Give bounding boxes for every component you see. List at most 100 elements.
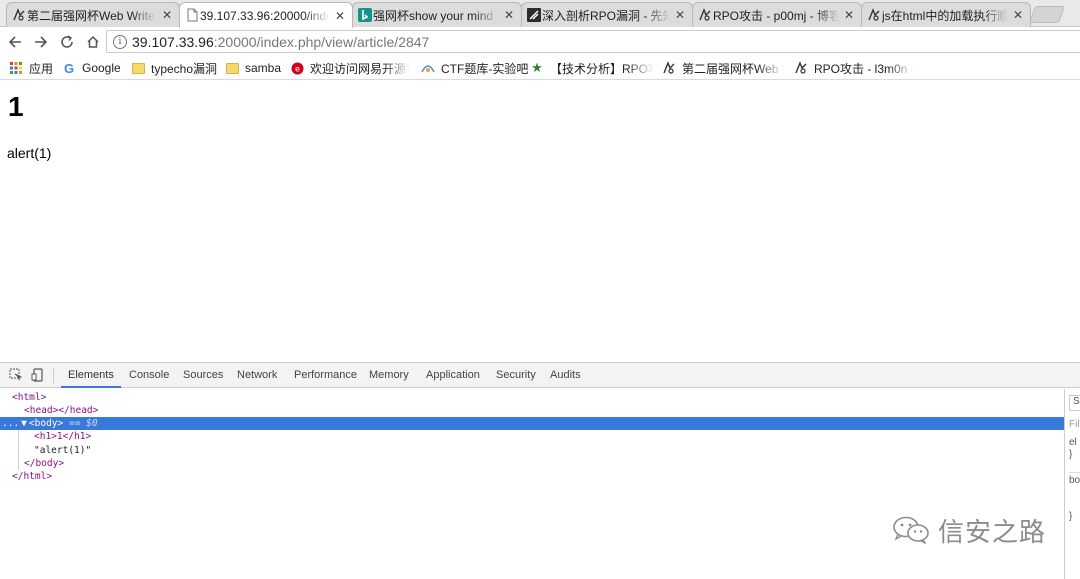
dom-tag-text: <body>	[28, 418, 64, 429]
close-icon[interactable]: ✕	[334, 9, 346, 23]
tab-label: RPO攻击 - p00mj - 博客园	[713, 8, 839, 23]
devtools-tab-memory[interactable]: Memory	[369, 363, 409, 388]
rpo-site-icon	[867, 8, 881, 22]
browser-tab[interactable]: 强网杯show your mind ✕	[352, 2, 522, 27]
dom-text-value: "alert(1)"	[34, 445, 92, 456]
watermark-text: 信安之路	[938, 517, 1047, 548]
bookmark-folder-typecho[interactable]: typecho漏洞	[131, 60, 217, 76]
forward-button[interactable]	[30, 31, 52, 53]
node-actions-ellipsis[interactable]: ...	[2, 418, 19, 429]
bookmark-shiyanba[interactable]: CTF题库-实验吧	[421, 60, 528, 76]
bookmark-label: CTF题库-实验吧	[441, 61, 529, 76]
page-icon	[185, 8, 199, 22]
devtools-tab-performance[interactable]: Performance	[294, 363, 357, 388]
info-icon[interactable]: i	[113, 34, 127, 49]
style-rule-brace: }	[1069, 449, 1073, 460]
shiyanba-icon	[421, 61, 435, 75]
bookmark-label: 第二届强网杯Web Write	[682, 61, 784, 76]
dom-node-body-selected[interactable]: ... ▼ <body> == $0	[0, 417, 1064, 430]
close-icon[interactable]: ✕	[843, 8, 855, 22]
close-icon[interactable]: ✕	[1012, 8, 1024, 22]
watermark: 信安之路	[892, 513, 1047, 548]
bookmark-qwb-write[interactable]: 第二届强网杯Web Write	[662, 60, 784, 76]
reload-button[interactable]	[56, 31, 78, 53]
bookmark-label: 【技术分析】RPO攻击	[550, 61, 654, 76]
url-host: 39.107.33.96	[132, 33, 214, 50]
dom-node-h1[interactable]: <h1>1</h1>	[0, 430, 1064, 443]
bookmark-folder-samba[interactable]: samba	[225, 60, 281, 76]
page-viewport: 1 alert(1)	[0, 81, 1080, 362]
dom-tag-text: </body>	[24, 458, 65, 469]
style-rule-brace: }	[1069, 511, 1073, 522]
back-button[interactable]	[4, 31, 26, 53]
close-icon[interactable]: ✕	[161, 8, 173, 22]
dom-node-html[interactable]: <html>	[0, 391, 1064, 404]
dom-text-node[interactable]: "alert(1)"	[0, 444, 1064, 457]
dom-node-html-close[interactable]: </html>	[0, 470, 1064, 483]
devtools-tab-network[interactable]: Network	[237, 363, 277, 388]
browser-tab[interactable]: js在html中的加载执行顺序 ✕	[861, 2, 1031, 27]
styles-sidebar[interactable]: S Fil el } bo }	[1064, 389, 1080, 579]
inspect-element-icon[interactable]	[8, 368, 22, 382]
bookmark-google[interactable]: G Google	[62, 60, 121, 76]
browser-toolbar: i 39.107.33.96:20000/index.php/view/arti…	[0, 27, 1080, 56]
folder-icon	[131, 61, 145, 75]
forward-arrow-icon	[35, 35, 48, 48]
bookmark-netease[interactable]: e 欢迎访问网易开源镜像站	[290, 60, 410, 76]
dom-tree: <html> <head></head> ... ▼ <body> == $0 <h…	[0, 389, 1064, 579]
close-icon[interactable]: ✕	[503, 8, 515, 22]
star-icon: ★	[531, 60, 543, 75]
folder-icon	[225, 61, 239, 75]
close-icon[interactable]: ✕	[674, 8, 686, 22]
address-bar[interactable]: i 39.107.33.96:20000/index.php/view/arti…	[106, 30, 1080, 53]
wechat-icon	[893, 516, 929, 544]
dom-node-body-close[interactable]: </body>	[0, 457, 1064, 470]
page-heading: 1	[8, 91, 24, 122]
browser-tab[interactable]: 深入剖析RPO漏洞 - 先知 ✕	[521, 2, 693, 27]
netease-icon: e	[290, 61, 304, 75]
devtools-tab-audits[interactable]: Audits	[550, 363, 581, 388]
apps-grid-icon	[9, 61, 23, 75]
dom-node-head[interactable]: <head></head>	[0, 404, 1064, 417]
dom-tag-text: </html>	[12, 471, 53, 482]
browser-tab-active[interactable]: 39.107.33.96:20000/index.php/view/articl…	[179, 2, 353, 28]
devtools-tab-security[interactable]: Security	[496, 363, 536, 388]
bookmark-rpo-analysis[interactable]: ★ 【技术分析】RPO攻击	[530, 60, 654, 76]
toolbar-divider	[53, 368, 54, 383]
rpo-site-icon	[662, 61, 676, 75]
url-path: :20000/index.php/view/article/2847	[213, 33, 430, 50]
dom-tag-text: <head></head>	[24, 405, 99, 416]
bookmark-label: 欢迎访问网易开源镜像站	[310, 61, 410, 76]
xianzhi-icon	[527, 8, 541, 22]
rpo-site-icon	[12, 8, 26, 22]
tab-label: 第二届强网杯Web Write	[27, 8, 155, 23]
tab-label: js在html中的加载执行顺序	[882, 8, 1008, 23]
bookmark-rpo-l3m0n[interactable]: RPO攻击 - l3m0n - 博客园	[794, 60, 914, 76]
devtools-tab-console[interactable]: Console	[129, 363, 169, 388]
devtools-tab-elements[interactable]: Elements	[61, 363, 121, 388]
devtools-tab-application[interactable]: Application	[426, 363, 480, 388]
selected-node-marker: == $0	[68, 418, 98, 429]
bookmark-label: Google	[82, 61, 121, 75]
browser-tab[interactable]: 第二届强网杯Web Write ✕	[6, 2, 180, 27]
back-arrow-icon	[8, 35, 21, 48]
browser-tab[interactable]: RPO攻击 - p00mj - 博客园 ✕	[692, 2, 862, 27]
reload-icon	[61, 34, 73, 48]
home-button[interactable]	[82, 31, 104, 53]
bookmark-label: typecho漏洞	[151, 61, 218, 76]
devtools-tab-sources[interactable]: Sources	[183, 363, 223, 388]
bookmarks-bar: 应用 G Google typecho漏洞 samba e 欢迎访问网易开源镜像…	[0, 56, 1080, 80]
page-text: alert(1)	[7, 145, 52, 161]
bookmark-apps[interactable]: 应用	[9, 60, 53, 76]
bookmark-label: 应用	[29, 61, 54, 76]
svg-text:e: e	[295, 64, 300, 73]
style-rule-fragment: bo	[1069, 472, 1080, 486]
styles-filter-box[interactable]: S	[1069, 395, 1080, 411]
bookmark-label: RPO攻击 - l3m0n - 博客园	[814, 61, 914, 76]
expand-triangle-icon[interactable]: ▼	[19, 418, 29, 429]
new-tab-button[interactable]	[1028, 6, 1066, 23]
device-toolbar-icon[interactable]	[30, 368, 44, 382]
devtools-tab-bar: Elements Console Sources Network Perform…	[0, 363, 1080, 388]
tab-label: 强网杯show your mind	[373, 8, 494, 23]
bookmark-label: samba	[245, 61, 282, 75]
